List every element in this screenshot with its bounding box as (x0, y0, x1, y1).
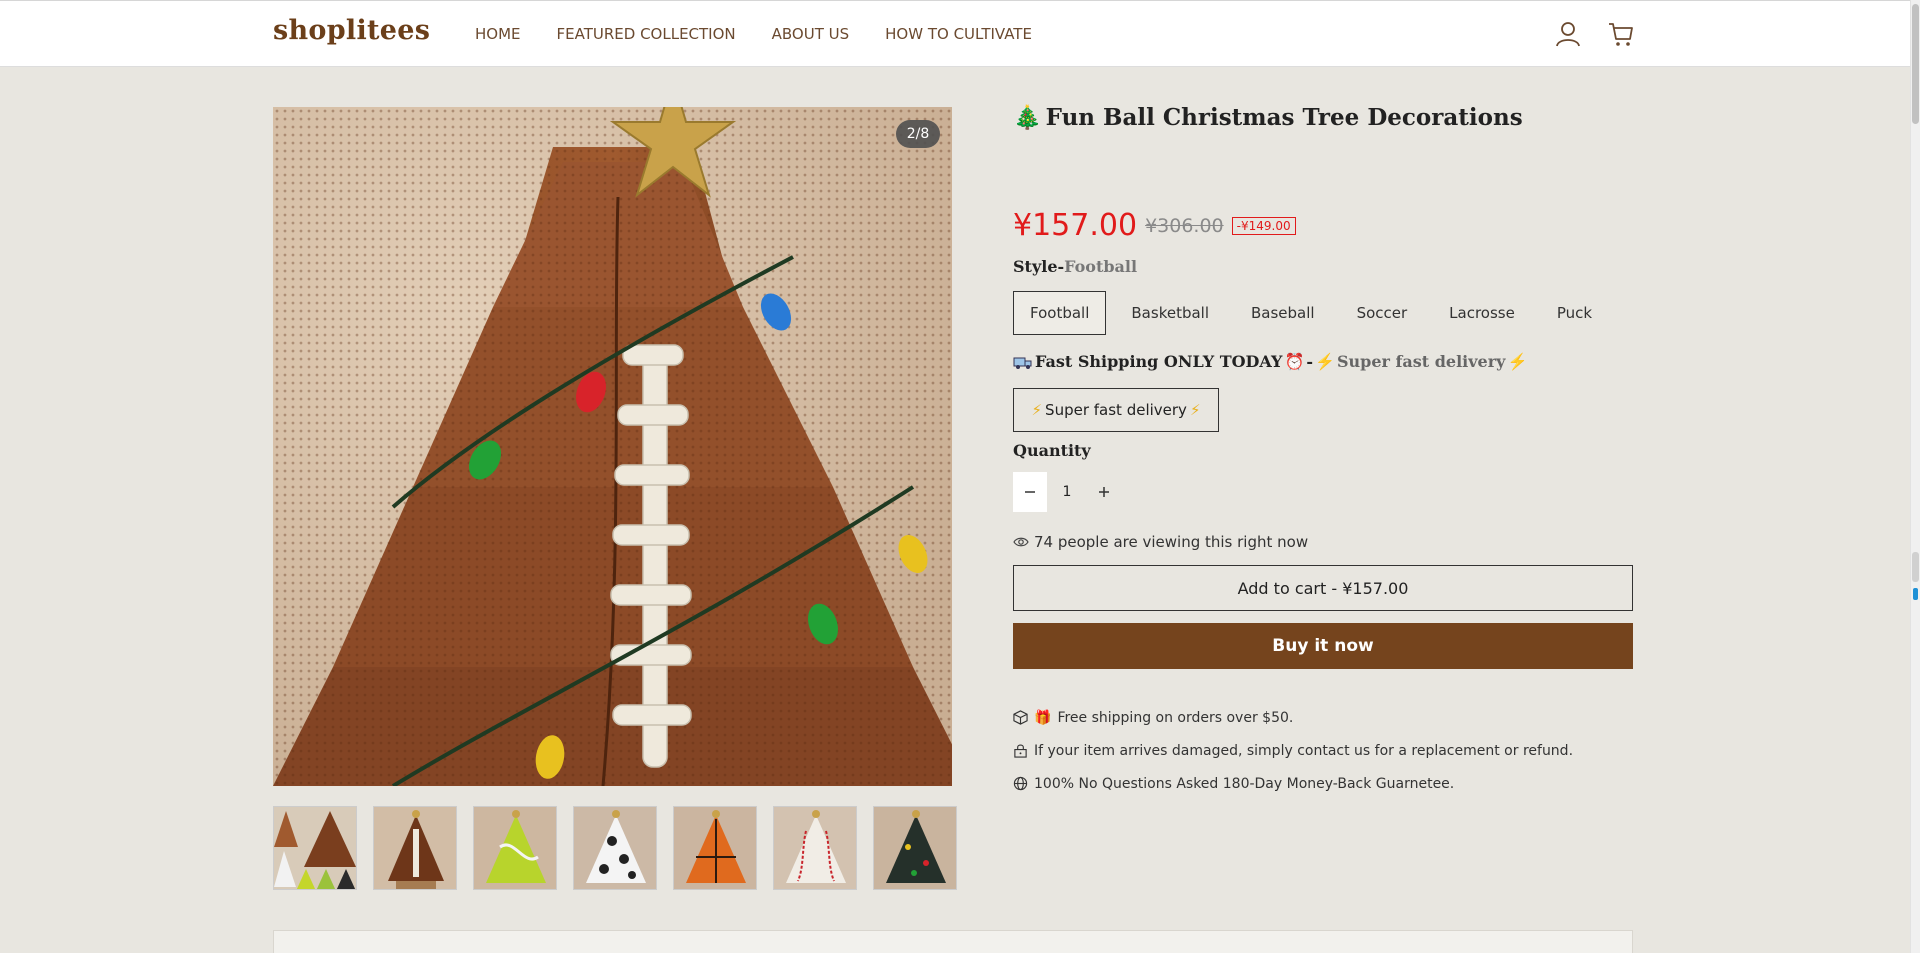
perk-free-shipping: 🎁 Free shipping on orders over $50. (1013, 701, 1573, 734)
lightning-icon: ⚡ (1189, 401, 1201, 419)
thumbnail-tennis[interactable] (473, 806, 557, 890)
perk-money-back: 100% No Questions Asked 180-Day Money-Ba… (1013, 767, 1573, 800)
style-selected-value: Football (1064, 257, 1138, 276)
quantity-increase-button[interactable] (1087, 472, 1121, 512)
viewers-text: 74 people are viewing this right now (1034, 533, 1309, 551)
cart-icon[interactable] (1606, 19, 1636, 49)
style-option-soccer[interactable]: Soccer (1340, 291, 1425, 335)
thumbnail-football[interactable] (373, 806, 457, 890)
thumbnail-baseball[interactable] (773, 806, 857, 890)
lightning-icon: ⚡ (1031, 401, 1043, 419)
bottom-panel (273, 930, 1633, 953)
lightning-icon: ⚡ (1315, 352, 1335, 371)
style-option-football[interactable]: Football (1013, 291, 1107, 335)
shipping-option-label: Super fast delivery (1045, 401, 1187, 419)
buy-now-button[interactable]: Buy it now (1013, 623, 1633, 669)
style-label: Style-Football (1013, 257, 1137, 276)
globe-icon (1013, 776, 1028, 791)
minus-icon (1025, 491, 1035, 493)
quantity-stepper: 1 (1013, 472, 1121, 512)
sale-price: ¥157.00 (1013, 208, 1138, 243)
main-nav: HOME FEATURED COLLECTION ABOUT US HOW TO… (475, 25, 1032, 43)
thumbnail-collage[interactable] (273, 806, 357, 890)
add-to-cart-button[interactable]: Add to cart - ¥157.00 (1013, 565, 1633, 611)
quantity-label: Quantity (1013, 441, 1091, 460)
perk-text: If your item arrives damaged, simply con… (1034, 742, 1574, 759)
perk-damage-replacement: If your item arrives damaged, simply con… (1013, 734, 1573, 767)
shipping-selected-value: Super fast delivery (1336, 352, 1506, 371)
shipping-label: Fast Shipping ONLY TODAY ⏰ - ⚡ Super fas… (1013, 352, 1527, 371)
thumbnail-strip (273, 806, 957, 890)
style-option-lacrosse[interactable]: Lacrosse (1432, 291, 1532, 335)
shipping-separator: - (1306, 352, 1314, 371)
shipping-truck-icon (1013, 357, 1032, 369)
main-product-image[interactable] (273, 107, 952, 786)
perk-text: Free shipping on orders over $50. (1057, 709, 1294, 726)
price-row: ¥157.00 ¥306.00 -¥149.00 (1013, 208, 1296, 243)
product-title: 🎄 Fun Ball Christmas Tree Decorations (1013, 104, 1523, 131)
quantity-input[interactable]: 1 (1047, 484, 1087, 500)
perks-list: 🎁 Free shipping on orders over $50. If y… (1013, 701, 1573, 800)
discount-badge: -¥149.00 (1231, 216, 1296, 235)
eye-icon (1013, 537, 1029, 547)
style-option-puck[interactable]: Puck (1540, 291, 1609, 335)
viewers-notice: 74 people are viewing this right now (1013, 533, 1308, 551)
style-options: Football Basketball Baseball Soccer Lacr… (1013, 291, 1617, 335)
site-logo[interactable]: shoplitees (273, 15, 430, 46)
lock-icon (1014, 744, 1027, 758)
thumbnail-basketball[interactable] (673, 806, 757, 890)
perk-text: 100% No Questions Asked 180-Day Money-Ba… (1034, 775, 1455, 792)
scrollbar-thumb[interactable] (1912, 4, 1919, 124)
style-option-basketball[interactable]: Basketball (1114, 291, 1226, 335)
image-counter: 2/8 (896, 120, 940, 148)
site-header: shoplitees HOME FEATURED COLLECTION ABOU… (0, 1, 1910, 67)
shipping-option-super-fast[interactable]: ⚡ Super fast delivery ⚡ (1013, 388, 1219, 432)
lightning-icon: ⚡ (1507, 352, 1528, 371)
scrollbar-marker (1912, 552, 1919, 582)
thumbnail-soccer[interactable] (573, 806, 657, 890)
gift-icon: 🎁 (1034, 709, 1052, 726)
nav-how-to-cultivate[interactable]: HOW TO CULTIVATE (885, 25, 1032, 43)
alarm-clock-icon: ⏰ (1284, 352, 1305, 371)
style-option-baseball[interactable]: Baseball (1234, 291, 1332, 335)
plus-icon (1099, 487, 1109, 497)
football-tree-illustration (273, 107, 952, 786)
nav-home[interactable]: HOME (475, 25, 521, 43)
shipping-label-text: Fast Shipping ONLY TODAY (1035, 352, 1283, 371)
account-icon[interactable] (1553, 19, 1583, 49)
package-icon (1013, 710, 1028, 725)
scrollbar-marker-active (1913, 588, 1918, 600)
tree-emoji-icon: 🎄 (1013, 104, 1042, 131)
product-title-text: Fun Ball Christmas Tree Decorations (1045, 104, 1523, 131)
nav-about-us[interactable]: ABOUT US (772, 25, 850, 43)
nav-featured-collection[interactable]: FEATURED COLLECTION (557, 25, 736, 43)
compare-price: ¥306.00 (1145, 214, 1224, 237)
style-label-prefix: Style- (1013, 257, 1065, 276)
page-scrollbar[interactable] (1910, 0, 1920, 953)
quantity-decrease-button[interactable] (1013, 472, 1047, 512)
thumbnail-hockey[interactable] (873, 806, 957, 890)
